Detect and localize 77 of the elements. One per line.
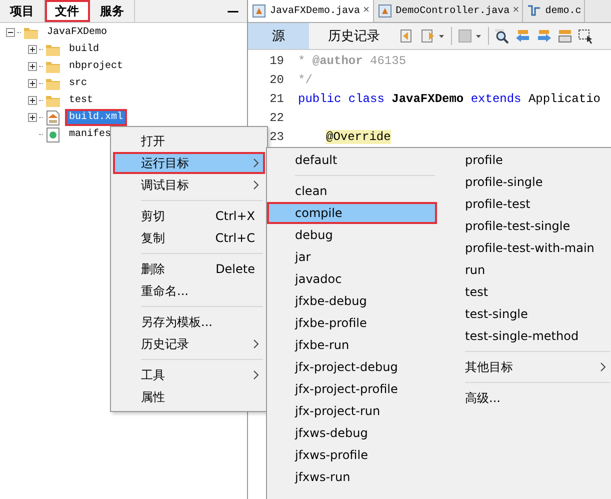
- line-number: 19: [268, 54, 284, 68]
- menu-item[interactable]: jfxbe-run: [267, 334, 437, 356]
- expand-icon[interactable]: [28, 113, 37, 122]
- menu-item[interactable]: jfx-project-run: [267, 400, 437, 422]
- file-tab[interactable]: JavaFXDemo.java ×: [248, 0, 374, 22]
- tree-item[interactable]: JavaFXDemo: [43, 24, 112, 41]
- line-number: 21: [268, 92, 284, 106]
- close-icon[interactable]: ×: [363, 5, 370, 17]
- left-arrow-icon[interactable]: [515, 28, 531, 44]
- menu-item[interactable]: test-single: [437, 303, 611, 325]
- menu-item[interactable]: 另存为模板...: [113, 311, 265, 333]
- collapse-icon[interactable]: [6, 28, 15, 37]
- menu-item[interactable]: jfxbe-debug: [267, 290, 437, 312]
- menu-item[interactable]: 剪切 Ctrl+X: [113, 205, 265, 227]
- panel-tab[interactable]: 文件: [45, 0, 90, 22]
- menu-item[interactable]: 调试目标: [113, 174, 265, 196]
- menu-item[interactable]: jfxws-run: [267, 466, 437, 488]
- tree-item[interactable]: build.xml: [65, 109, 128, 126]
- code-line: * @author 46135: [298, 54, 406, 68]
- highlight-icon[interactable]: [557, 28, 573, 44]
- menu-item[interactable]: test: [437, 281, 611, 303]
- menu-item[interactable]: jfx-project-profile: [267, 378, 437, 400]
- menu-item[interactable]: profile-single: [437, 171, 611, 193]
- menu-item[interactable]: jfx-project-debug: [267, 356, 437, 378]
- selection-icon[interactable]: [578, 28, 594, 44]
- menu-item[interactable]: 历史记录: [113, 333, 265, 355]
- menu-item[interactable]: clean: [267, 180, 437, 202]
- minimize-button[interactable]: —: [219, 0, 247, 22]
- code-line: */: [298, 72, 312, 86]
- menu-item[interactable]: profile: [437, 149, 611, 171]
- expand-icon[interactable]: [28, 45, 37, 54]
- java-file-icon: [376, 3, 393, 19]
- menu-item[interactable]: profile-test: [437, 193, 611, 215]
- menu-item[interactable]: jfxws-debug: [267, 422, 437, 444]
- line-number: 23: [268, 130, 284, 144]
- xml-file-icon: [45, 110, 61, 126]
- menu-item[interactable]: jfxws-profile: [267, 444, 437, 466]
- file-tab[interactable]: demo.c: [523, 0, 586, 22]
- close-icon[interactable]: ×: [512, 5, 520, 17]
- view-tab[interactable]: 源: [248, 23, 309, 49]
- tree-item[interactable]: nbproject: [65, 58, 128, 75]
- menu-item[interactable]: test-single-method: [437, 325, 611, 347]
- menu-item[interactable]: 属性: [113, 386, 265, 408]
- expand-icon[interactable]: [28, 62, 37, 71]
- right-arrow-icon[interactable]: [536, 28, 552, 44]
- line-number: 20: [268, 72, 284, 86]
- menu-item[interactable]: 高级...: [437, 387, 611, 409]
- tree-item[interactable]: build: [65, 41, 104, 58]
- code-line: public class JavaFXDemo extends Applicatio: [298, 92, 600, 106]
- file-tab[interactable]: DemoController.java ×: [374, 0, 524, 22]
- java-file-icon: [251, 3, 267, 19]
- menu-item[interactable]: 打开: [113, 130, 265, 152]
- menu-item[interactable]: profile-test-single: [437, 215, 611, 237]
- tree-item[interactable]: src: [65, 75, 92, 92]
- search-icon[interactable]: [494, 28, 510, 44]
- fxml-file-icon: [526, 3, 542, 19]
- menu-item[interactable]: default: [267, 149, 437, 171]
- expand-icon[interactable]: [28, 96, 37, 105]
- menu-item[interactable]: compile: [267, 202, 437, 224]
- menu-item[interactable]: 工具: [113, 364, 265, 386]
- menu-item[interactable]: javadoc: [267, 268, 437, 290]
- menu-item[interactable]: jar: [267, 246, 437, 268]
- menu-item[interactable]: run: [437, 259, 611, 281]
- tree-item[interactable]: test: [65, 92, 98, 109]
- menu-item[interactable]: 删除 Delete: [113, 258, 265, 280]
- line-number: 22: [268, 110, 284, 124]
- dropdown-icon[interactable]: [420, 28, 446, 44]
- menu-item[interactable]: 其他目标: [437, 356, 611, 378]
- menu-item[interactable]: debug: [267, 224, 437, 246]
- menu-item[interactable]: 重命名...: [113, 280, 265, 302]
- menu-item[interactable]: jfxbe-profile: [267, 312, 437, 334]
- view-tab[interactable]: 历史记录: [314, 23, 394, 49]
- menu-item[interactable]: 复制 Ctrl+C: [113, 227, 265, 249]
- menu-item[interactable]: profile-test-with-main: [437, 237, 611, 259]
- menu-item[interactable]: 运行目标: [113, 152, 265, 174]
- expand-icon[interactable]: [28, 79, 37, 88]
- file-icon: [45, 126, 61, 142]
